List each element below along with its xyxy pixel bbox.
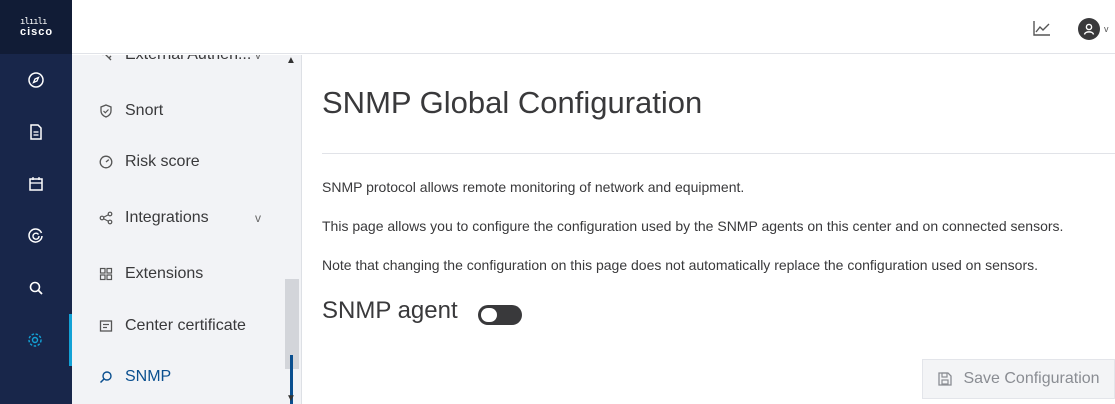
- user-avatar-icon[interactable]: [1078, 18, 1100, 40]
- subnav-item-label: Snort: [125, 102, 164, 119]
- snmp-icon: [98, 369, 114, 385]
- subnav-item-label: Center certificate: [125, 317, 246, 334]
- title-divider: [322, 153, 1115, 154]
- chevron-down-icon[interactable]: v: [255, 211, 261, 225]
- save-configuration-button[interactable]: Save Configuration: [922, 359, 1115, 399]
- scroll-down-icon[interactable]: ▼: [286, 393, 296, 404]
- chevron-down-icon: v: [255, 55, 261, 62]
- logo-bars: ılıılı: [20, 16, 47, 27]
- subnav-item-label: Extensions: [125, 265, 204, 282]
- description-line: This page allows you to configure the co…: [322, 218, 1064, 234]
- subnav-item-center-certificate[interactable]: Center certificate: [72, 298, 282, 354]
- snmp-agent-toggle[interactable]: [478, 305, 522, 325]
- gear-icon[interactable]: [0, 314, 72, 366]
- subnav-item-integrations[interactable]: Integrations v: [72, 190, 282, 246]
- subnav-item-extensions[interactable]: Extensions: [72, 246, 282, 302]
- snmp-agent-label: SNMP agent: [322, 297, 458, 324]
- subnav-item-snmp[interactable]: SNMP: [72, 349, 282, 404]
- settings-subnav: External Authen... v Snort Risk score In…: [72, 55, 302, 404]
- search-icon[interactable]: [0, 262, 72, 314]
- expand-rail-icon[interactable]: →: [24, 395, 38, 404]
- scroll-up-icon[interactable]: ▲: [286, 55, 296, 66]
- save-icon: [938, 372, 953, 386]
- calendar-icon[interactable]: [0, 158, 72, 210]
- gauge-icon: [98, 154, 114, 170]
- subnav-item-label: External Authen...: [125, 55, 251, 64]
- user-menu-caret[interactable]: v: [1104, 24, 1109, 34]
- toggle-knob: [481, 308, 497, 322]
- subnav-scrollbar[interactable]: ▲ ▼: [282, 55, 301, 404]
- radar-icon[interactable]: [0, 210, 72, 262]
- key-icon: [98, 55, 114, 63]
- subnav-item-risk-score[interactable]: Risk score: [72, 134, 282, 190]
- certificate-icon: [98, 318, 114, 334]
- grid-icon: [98, 266, 114, 282]
- subnav-item-label: Integrations: [125, 209, 209, 226]
- compass-icon[interactable]: [0, 54, 72, 106]
- subnav-item-label: Risk score: [125, 153, 200, 170]
- description-line: SNMP protocol allows remote monitoring o…: [322, 179, 745, 195]
- cisco-logo[interactable]: ılıılı cisco: [0, 0, 72, 54]
- subnav-item-snort[interactable]: Snort: [72, 83, 282, 139]
- main-content: SNMP Global Configuration SNMP protocol …: [303, 55, 1115, 404]
- app-rail: ılıılı cisco →: [0, 0, 72, 404]
- document-icon[interactable]: [0, 106, 72, 158]
- page-title: SNMP Global Configuration: [322, 85, 703, 120]
- top-bar: [72, 0, 1115, 54]
- subnav-item-label: SNMP: [125, 368, 172, 385]
- logo-name: cisco: [20, 25, 54, 38]
- save-button-label: Save Configuration: [963, 370, 1100, 387]
- subnav-item-external-authentication[interactable]: External Authen... v: [72, 55, 282, 83]
- chart-icon[interactable]: [1033, 20, 1051, 41]
- shield-icon: [98, 103, 114, 119]
- share-icon: [98, 210, 114, 226]
- description-line: Note that changing the configuration on …: [322, 257, 1039, 273]
